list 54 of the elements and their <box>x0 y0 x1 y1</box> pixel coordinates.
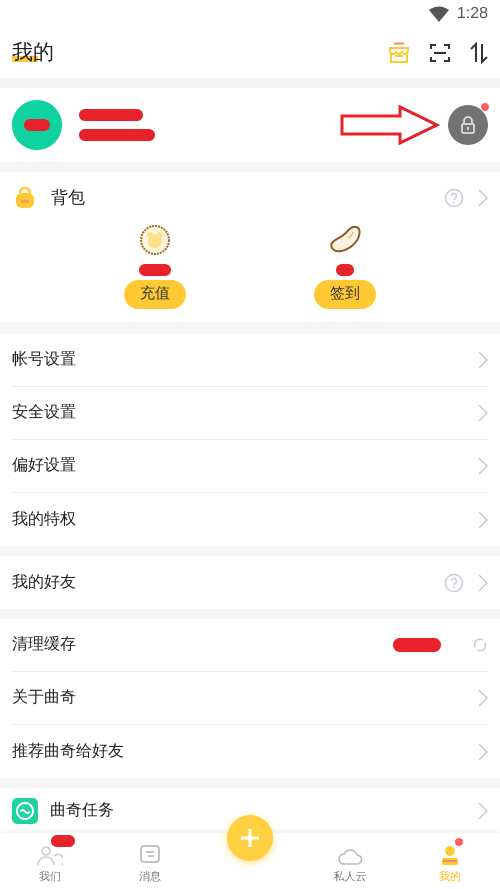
row-label: 帐号设置 <box>12 350 76 370</box>
row-label: 偏好设置 <box>12 456 76 476</box>
redaction-scribble <box>23 118 51 132</box>
row-label: 推荐曲奇给好友 <box>12 742 124 762</box>
chevron-icon <box>478 189 488 207</box>
section-title: 背包 <box>51 187 85 210</box>
nav-tab[interactable]: 我们 <box>0 834 100 885</box>
lock-button[interactable] <box>448 105 488 145</box>
task-icon <box>12 798 38 824</box>
menu-row[interactable]: 偏好设置 <box>12 440 488 493</box>
row-label: 我的特权 <box>12 510 76 530</box>
wifi-icon <box>428 6 449 22</box>
redaction-scribble <box>78 108 144 122</box>
chevron-icon <box>478 351 488 369</box>
chevron-icon <box>478 457 488 475</box>
row-label: 安全设置 <box>12 402 76 423</box>
chevron-icon <box>478 510 488 528</box>
menu-row[interactable]: 推荐曲奇给好友 <box>12 725 488 778</box>
nav-tab[interactable]: 私人云 <box>300 834 400 885</box>
message-icon <box>139 844 161 866</box>
menu-row[interactable]: 安全设置 <box>12 387 488 440</box>
chevron-icon <box>478 802 488 820</box>
menu-row[interactable]: 帐号设置 <box>12 334 488 387</box>
row-label: 关于曲奇 <box>12 688 76 708</box>
clock-time: 1:28 <box>456 4 488 24</box>
help-icon[interactable] <box>444 188 464 208</box>
action-button[interactable]: 签到 <box>314 280 376 309</box>
store-icon[interactable] <box>388 42 410 64</box>
plus-icon <box>240 828 260 848</box>
action-button[interactable]: 充值 <box>124 280 186 309</box>
redaction-scribble <box>50 834 76 848</box>
redaction-scribble <box>335 263 355 277</box>
row-label: 清理缓存 <box>12 634 76 655</box>
chevron-icon <box>478 689 488 707</box>
scan-icon[interactable] <box>430 43 450 63</box>
people-icon <box>37 844 63 866</box>
menu-row[interactable]: 关于曲奇 <box>12 672 488 725</box>
coin-icon <box>139 224 171 256</box>
nav-tab[interactable]: 消息 <box>100 834 200 885</box>
row-label: 曲奇任务 <box>50 800 114 821</box>
chevron-icon <box>478 742 488 760</box>
refresh-icon[interactable] <box>472 637 488 653</box>
person-icon <box>439 844 461 866</box>
row-label: 我的好友 <box>12 572 76 592</box>
chevron-icon <box>478 404 488 422</box>
menu-row[interactable]: 清理缓存 <box>12 619 488 672</box>
redaction-scribble <box>392 637 442 653</box>
redaction-scribble <box>138 263 172 277</box>
menu-row[interactable]: 我的特权 <box>12 493 488 546</box>
sort-arrows-icon[interactable] <box>470 42 488 64</box>
chevron-icon <box>478 574 488 592</box>
help-icon[interactable] <box>444 572 464 592</box>
avatar[interactable] <box>12 100 62 150</box>
lock-icon <box>459 116 477 134</box>
